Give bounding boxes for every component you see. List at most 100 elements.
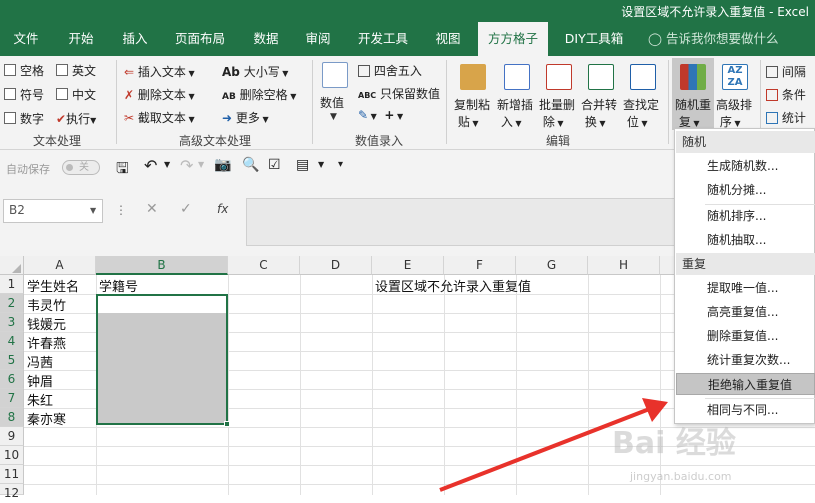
cell-a7[interactable]: 朱红 <box>27 390 53 409</box>
interval-button[interactable]: 间隔 <box>766 63 806 80</box>
column-header-b[interactable]: B <box>96 256 228 275</box>
fill-handle[interactable] <box>224 421 230 427</box>
row-header-11[interactable]: 11 <box>0 465 24 484</box>
menu-item-count-dup[interactable]: 统计重复次数... <box>676 349 815 371</box>
checkbox-space[interactable] <box>4 64 16 76</box>
extract-text-button[interactable]: ✂ 截取文本 ▼ <box>124 109 195 126</box>
find-locate-icon <box>630 64 656 90</box>
selected-range[interactable] <box>96 294 228 425</box>
row-header-12[interactable]: 12 <box>0 484 24 500</box>
tab-insert[interactable]: 插入 <box>112 22 158 56</box>
row-header-2[interactable]: 2 <box>0 294 24 313</box>
undo-dropdown-icon[interactable]: ▼ <box>164 160 170 169</box>
tab-file[interactable]: 文件 <box>6 22 46 56</box>
name-box[interactable]: B2 ▼ <box>3 199 103 223</box>
cell-a2[interactable]: 韦灵竹 <box>27 295 66 314</box>
row-header-7[interactable]: 7 <box>0 389 24 408</box>
random-repeat-button[interactable]: 随机重 复 ▼ <box>672 58 714 130</box>
select-all-corner[interactable] <box>0 256 24 275</box>
checkbox-english[interactable] <box>56 64 68 76</box>
cell-b1[interactable]: 学籍号 <box>99 276 138 295</box>
menu-item-extract-unique[interactable]: 提取唯一值... <box>676 277 815 299</box>
checkbox-chinese[interactable] <box>56 88 68 100</box>
insert-text-button[interactable]: ⇐ 插入文本 ▼ <box>124 63 195 80</box>
tab-view[interactable]: 视图 <box>426 22 470 56</box>
insert-function-icon[interactable]: fx <box>217 202 228 216</box>
column-header-d[interactable]: D <box>300 256 372 275</box>
menu-item-delete-dup[interactable]: 删除重复值... <box>676 325 815 347</box>
cell-a6[interactable]: 钟眉 <box>27 371 53 390</box>
edit-value-button[interactable]: ✎ ▼ + ▼ <box>358 108 403 122</box>
column-header-f[interactable]: F <box>444 256 516 275</box>
cancel-icon[interactable]: ✕ <box>146 201 158 217</box>
row-header-1[interactable]: 1 <box>0 275 24 294</box>
case-button[interactable]: Ab 大小写 ▼ <box>222 63 288 80</box>
menu-item-random-allocate[interactable]: 随机分摊... <box>676 179 815 201</box>
menu-item-random-pick[interactable]: 随机抽取... <box>676 229 815 251</box>
camera-icon[interactable]: 📷 <box>214 157 231 173</box>
tab-review[interactable]: 审阅 <box>296 22 340 56</box>
cell-a1[interactable]: 学生姓名 <box>27 276 79 295</box>
more-options-icon[interactable]: ⋮ <box>115 203 127 217</box>
checkbox-number[interactable] <box>4 112 16 124</box>
menu-item-reject-dup[interactable]: 拒绝输入重复值 <box>676 373 815 395</box>
delete-text-button[interactable]: ✗ 删除文本 ▼ <box>124 86 195 103</box>
undo-icon[interactable]: ↶ <box>144 156 157 175</box>
dropdown-arrow-icon: ▼ <box>287 92 297 101</box>
condition-button[interactable]: 条件 <box>766 86 806 103</box>
formula-input[interactable] <box>246 198 676 246</box>
chevron-down-icon[interactable]: ▼ <box>90 206 96 215</box>
customize-qat-icon[interactable]: ▾ <box>338 159 343 170</box>
redo-icon[interactable]: ↷ <box>180 156 193 175</box>
more-button[interactable]: ➜ 更多 ▼ <box>222 109 269 126</box>
column-header-a[interactable]: A <box>24 256 96 275</box>
round-button[interactable]: 四舍五入 <box>358 62 422 79</box>
insert-button[interactable]: 新增插 入 ▼ <box>497 96 533 130</box>
find-locate-button[interactable]: 查找定 位 ▼ <box>623 96 659 130</box>
copy-paste-button[interactable]: 复制粘 贴 ▼ <box>454 96 490 130</box>
row-header-6[interactable]: 6 <box>0 370 24 389</box>
save-check-icon[interactable]: ☑ <box>268 157 281 173</box>
form-icon[interactable]: ▤ <box>296 157 309 173</box>
column-header-h[interactable]: H <box>588 256 660 275</box>
column-header-c[interactable]: C <box>228 256 300 275</box>
menu-item-generate-random[interactable]: 生成随机数... <box>676 155 815 177</box>
tab-diy-toolbox[interactable]: DIY工具箱 <box>556 22 632 56</box>
value-button[interactable]: 数值 <box>320 94 344 111</box>
row-header-3[interactable]: 3 <box>0 313 24 332</box>
redo-dropdown-icon[interactable]: ▼ <box>198 160 204 169</box>
cell-a3[interactable]: 钱媛元 <box>27 314 66 333</box>
form-dropdown-icon[interactable]: ▼ <box>318 160 324 169</box>
tab-home[interactable]: 开始 <box>58 22 104 56</box>
tab-fangfang[interactable]: 方方格子 <box>478 22 548 56</box>
autosave-toggle[interactable]: 关 <box>62 160 100 175</box>
cell-a4[interactable]: 许春燕 <box>27 333 66 352</box>
tell-me-search[interactable]: ◯ 告诉我你想要做什么 <box>648 22 782 56</box>
print-preview-icon[interactable]: 🔍 <box>242 157 259 173</box>
row-header-5[interactable]: 5 <box>0 351 24 370</box>
execute-button[interactable]: ✔执行▼ <box>56 110 96 127</box>
stats-button[interactable]: 统计 <box>766 109 806 126</box>
tab-developer[interactable]: 开发工具 <box>350 22 416 56</box>
merge-convert-button[interactable]: 合并转 换 ▼ <box>581 96 617 130</box>
column-header-g[interactable]: G <box>516 256 588 275</box>
batch-delete-button[interactable]: 批量删 除 ▼ <box>539 96 575 130</box>
keep-value-button[interactable]: ABC 只保留数值 <box>358 85 440 102</box>
cell-a5[interactable]: 冯茜 <box>27 352 53 371</box>
row-header-8[interactable]: 8 <box>0 408 24 427</box>
checkbox-symbol[interactable] <box>4 88 16 100</box>
row-header-9[interactable]: 9 <box>0 427 24 446</box>
menu-item-highlight-dup[interactable]: 高亮重复值... <box>676 301 815 323</box>
advanced-sort-button[interactable]: 高级排 序 ▼ <box>716 96 752 130</box>
delete-space-button[interactable]: AB 删除空格 ▼ <box>222 86 296 103</box>
confirm-icon[interactable]: ✓ <box>180 201 192 217</box>
row-header-10[interactable]: 10 <box>0 446 24 465</box>
cell-a8[interactable]: 秦亦寒 <box>27 409 66 428</box>
tab-data[interactable]: 数据 <box>244 22 288 56</box>
tab-page-layout[interactable]: 页面布局 <box>168 22 232 56</box>
cell-e1[interactable]: 设置区域不允许录入重复值 <box>375 276 531 295</box>
save-icon[interactable]: 🖫 <box>116 158 129 183</box>
row-header-4[interactable]: 4 <box>0 332 24 351</box>
column-header-e[interactable]: E <box>372 256 444 275</box>
menu-item-random-sort[interactable]: 随机排序... <box>676 205 815 227</box>
